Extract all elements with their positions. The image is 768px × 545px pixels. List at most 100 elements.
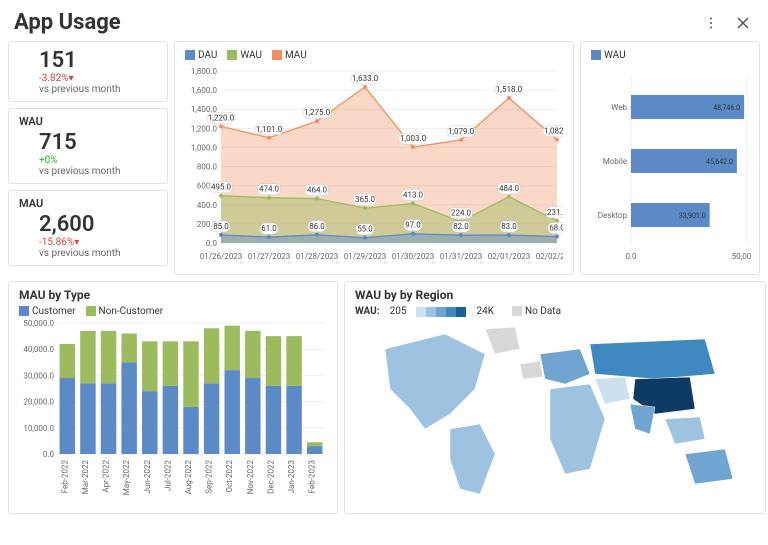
legend-dau: DAU: [198, 50, 217, 61]
kpi-sub: vs previous month: [39, 84, 157, 95]
svg-text:Sep-2022: Sep-2022: [205, 460, 214, 494]
svg-text:02/01/2023: 02/01/2023: [488, 252, 531, 261]
map-eu: [540, 349, 590, 384]
svg-text:01/27/2023: 01/27/2023: [248, 252, 291, 261]
legend-wau2: WAU: [604, 50, 626, 61]
svg-text:Jun-2022: Jun-2022: [143, 459, 152, 493]
map-sa: [450, 424, 495, 494]
kpi-value: 151: [39, 48, 157, 73]
close-icon[interactable]: [732, 12, 754, 34]
kpi-label: WAU: [19, 115, 157, 128]
svg-text:365.0: 365.0: [355, 195, 376, 204]
svg-text:55.0: 55.0: [357, 225, 373, 234]
legend-noncustomer: Non-Customer: [99, 306, 164, 317]
svg-text:50,000.0: 50,000.0: [732, 252, 751, 261]
svg-text:Dec-2022: Dec-2022: [266, 459, 275, 493]
svg-text:45,642.0: 45,642.0: [706, 158, 733, 166]
kpi-sub: vs previous month: [39, 248, 157, 259]
region-title: WAU by by Region: [355, 288, 755, 302]
svg-text:0.0: 0.0: [625, 252, 637, 261]
svg-text:0.0: 0.0: [43, 450, 55, 459]
svg-text:474.0: 474.0: [259, 185, 280, 194]
area-legend: DAU WAU MAU: [185, 48, 563, 65]
svg-text:02/02/2023: 02/02/2023: [536, 252, 563, 261]
map-af: [550, 384, 605, 474]
svg-text:68.0: 68.0: [549, 224, 563, 233]
svg-text:97.0: 97.0: [405, 221, 421, 230]
kpi-change: -3.82%▾: [39, 73, 157, 84]
mau-type-legend: Customer Non-Customer: [19, 306, 327, 317]
svg-text:Web: Web: [611, 103, 627, 112]
svg-text:30,000.0: 30,000.0: [23, 371, 54, 380]
svg-text:1,600.0: 1,600.0: [191, 86, 218, 95]
area-chart-svg: 0.0200.0400.0600.0800.01,000.01,200.01,4…: [185, 65, 563, 265]
world-map-svg: [355, 319, 755, 504]
legend-wau: WAU: [240, 50, 262, 61]
svg-text:1,079.0: 1,079.0: [448, 127, 475, 136]
svg-text:10,000.0: 10,000.0: [23, 424, 54, 433]
svg-text:01/31/2023: 01/31/2023: [440, 252, 483, 261]
kpi-change: -15.86%▾: [39, 237, 157, 248]
svg-text:01/26/2023: 01/26/2023: [200, 252, 243, 261]
svg-text:464.0: 464.0: [307, 186, 328, 195]
svg-text:20,000.0: 20,000.0: [23, 398, 54, 407]
kpi-card: 151 -3.82%▾ vs previous month: [8, 41, 168, 102]
region-max: 24K: [476, 306, 494, 317]
svg-text:1,082.0: 1,082.0: [544, 127, 563, 136]
svg-text:484.0: 484.0: [499, 184, 520, 193]
map-au: [685, 449, 733, 484]
svg-text:0.0: 0.0: [206, 239, 218, 248]
svg-text:Apr-2022: Apr-2022: [102, 460, 111, 493]
svg-text:Mar-2022: Mar-2022: [81, 460, 90, 495]
region-nodata: No Data: [525, 306, 561, 317]
kpi-card: MAU 2,600 -15.86%▾ vs previous month: [8, 190, 168, 266]
svg-text:1,220.0: 1,220.0: [208, 113, 235, 122]
region-card: WAU by by Region WAU: 205 24K No Data: [344, 281, 766, 514]
wau-platform-card: WAU 0.050,000.0Web48,746.0Mobile45,642.0…: [580, 41, 760, 275]
area-chart-card: DAU WAU MAU 0.0200.0400.0600.0800.01,000…: [174, 41, 574, 275]
region-legend-label: WAU:: [355, 306, 380, 317]
svg-text:May-2022: May-2022: [122, 460, 131, 496]
svg-text:Jan-2023: Jan-2023: [287, 460, 296, 493]
svg-text:1,518.0: 1,518.0: [496, 85, 523, 94]
mau-type-svg: 0.010,000.020,000.030,000.040,000.050,00…: [19, 319, 329, 504]
page-title: App Usage: [14, 10, 121, 35]
map-ru: [590, 339, 715, 379]
svg-text:83.0: 83.0: [501, 222, 517, 231]
svg-text:413.0: 413.0: [403, 191, 424, 200]
svg-text:495.0: 495.0: [211, 183, 232, 192]
svg-text:Aug-2022: Aug-2022: [184, 460, 193, 495]
svg-text:1,800.0: 1,800.0: [191, 67, 218, 76]
mau-type-title: MAU by Type: [19, 288, 327, 302]
map-na: [385, 334, 485, 429]
svg-text:Jul-2022: Jul-2022: [163, 460, 172, 491]
kpi-change: +0%: [39, 155, 157, 166]
svg-text:Desktop: Desktop: [598, 211, 628, 220]
kpi-card: WAU 715 +0% vs previous month: [8, 108, 168, 184]
svg-text:800.0: 800.0: [197, 163, 218, 172]
svg-text:50,000.0: 50,000.0: [23, 319, 54, 328]
svg-text:400.0: 400.0: [197, 201, 218, 210]
svg-text:1,275.0: 1,275.0: [304, 108, 331, 117]
svg-text:1,101.0: 1,101.0: [256, 125, 283, 134]
svg-text:Feb-2022: Feb-2022: [60, 460, 69, 494]
region-min: 205: [390, 306, 407, 317]
map-in: [630, 404, 655, 434]
wau-platform-svg: 0.050,000.0Web48,746.0Mobile45,642.0Desk…: [591, 65, 751, 265]
svg-text:48,746.0: 48,746.0: [713, 104, 740, 112]
legend-customer: Customer: [32, 306, 76, 317]
more-icon[interactable]: [700, 12, 722, 34]
svg-text:01/29/2023: 01/29/2023: [344, 252, 387, 261]
svg-text:86.0: 86.0: [309, 222, 325, 231]
svg-text:Feb-2023: Feb-2023: [308, 460, 317, 493]
svg-text:224.0: 224.0: [451, 209, 472, 218]
bar-legend: WAU: [591, 48, 749, 65]
svg-text:1,000.0: 1,000.0: [191, 143, 218, 152]
svg-text:85.0: 85.0: [213, 222, 229, 231]
map-nodata1: [520, 361, 543, 379]
svg-text:01/28/2023: 01/28/2023: [296, 252, 339, 261]
svg-text:01/30/2023: 01/30/2023: [392, 252, 435, 261]
svg-text:Nov-2022: Nov-2022: [246, 459, 255, 494]
svg-text:Oct-2022: Oct-2022: [225, 460, 234, 493]
region-legend: WAU: 205 24K No Data: [355, 306, 755, 317]
